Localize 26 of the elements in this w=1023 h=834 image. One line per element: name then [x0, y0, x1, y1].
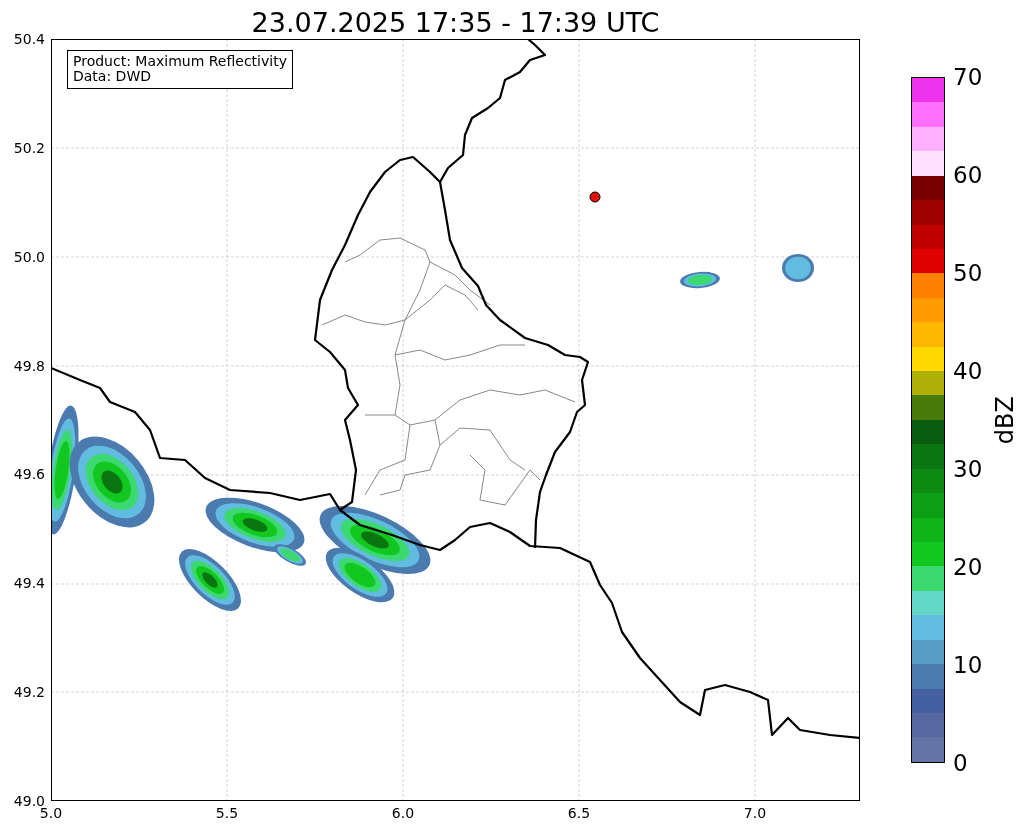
colorbar-tick-label: 10: [953, 653, 983, 677]
legend-text: Data: DWD: [73, 69, 152, 85]
colorbar-tick-label: 70: [953, 65, 983, 89]
legend-text: Product: Maximum Reflectivity: [73, 54, 287, 70]
axis-tick-label: 5.0: [39, 806, 63, 820]
axis-tick-label: 49.4: [13, 576, 45, 591]
axis-tick-label: 50.2: [13, 140, 45, 155]
colorbar-tick-label: 20: [953, 555, 983, 579]
axis-tick-label: 5.5: [215, 806, 239, 820]
colorbar-tick-label: 50: [953, 261, 983, 285]
colorbar-tick-label: 30: [953, 457, 983, 481]
axis-tick-label: 49.0: [13, 794, 45, 808]
axis-tick-label: 50.0: [13, 249, 45, 264]
colorbar-tick-label: 60: [953, 163, 983, 187]
axis-tick-label: 7.0: [743, 806, 767, 820]
axis-tick-label: 6.0: [391, 806, 415, 820]
colorbar-tick-label: 0: [953, 751, 968, 775]
colorbar-label: dBZ: [993, 395, 1017, 445]
chart-title: 23.07.2025 17:35 - 17:39 UTC: [251, 6, 660, 39]
axis-tick-label: 49.6: [13, 467, 45, 482]
axis-tick-label: 50.4: [13, 32, 45, 46]
axis-tick-label: 6.5: [567, 806, 591, 820]
location-marker-dot: [589, 191, 601, 203]
axis-tick-label: 49.8: [13, 358, 45, 373]
colorbar-tick-label: 40: [953, 359, 983, 383]
axis-tick-label: 49.2: [13, 685, 45, 700]
